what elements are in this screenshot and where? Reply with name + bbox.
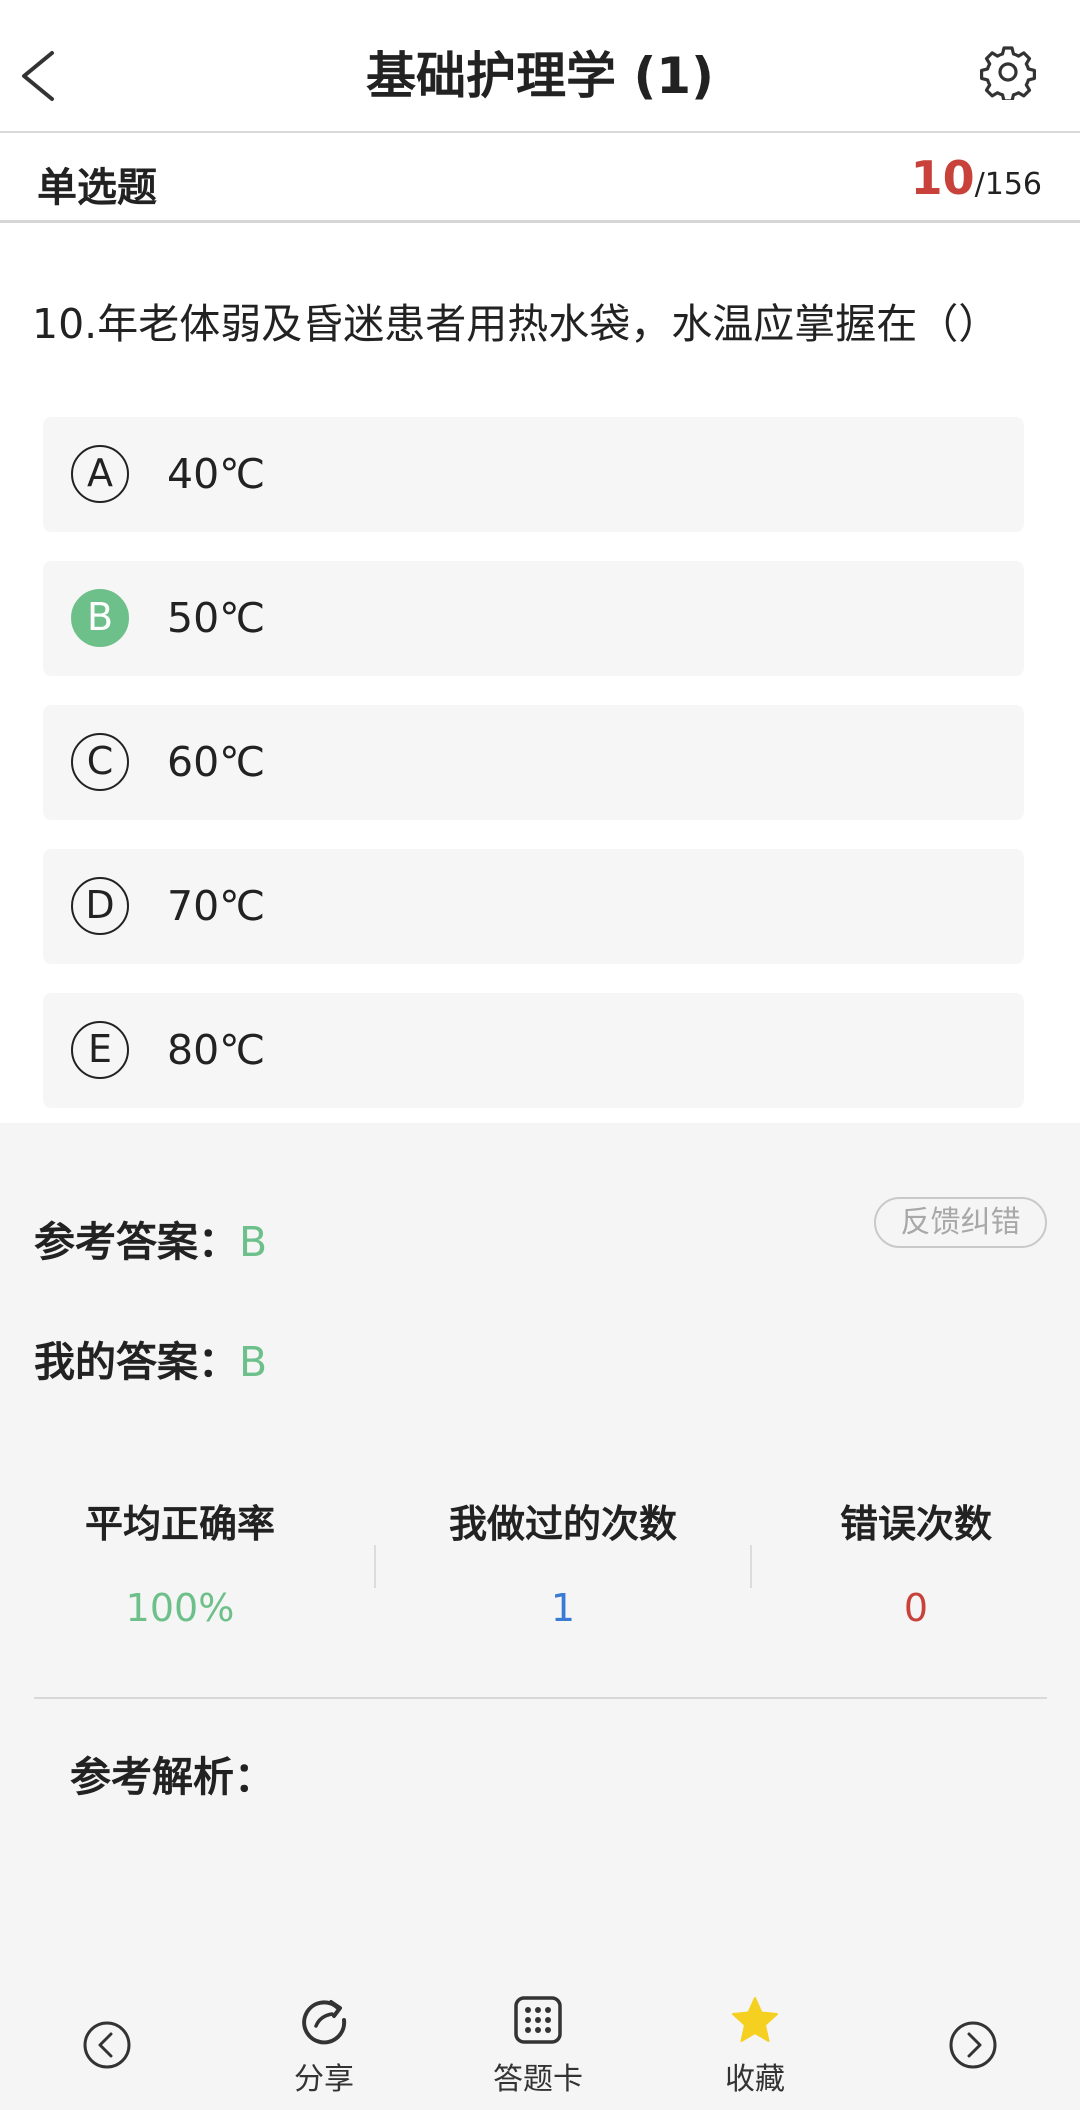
stat-value: 0: [903, 1586, 929, 1630]
option-letter-badge: B: [71, 589, 129, 647]
prev-question-button[interactable]: [82, 2020, 132, 2074]
option-text: 80℃: [167, 1026, 266, 1074]
gear-icon: [980, 46, 1036, 103]
stat-value: 100%: [125, 1586, 235, 1630]
page-title: 基础护理学 (1): [366, 47, 714, 105]
stats-row: 平均正确率 100% 我做过的次数 1 错误次数 0: [0, 1493, 1080, 1643]
answer-card-button[interactable]: 答题卡: [493, 1994, 583, 2098]
stat-label: 平均正确率: [84, 1502, 275, 1546]
current-question-number: 10: [910, 151, 975, 205]
option-c[interactable]: C 60℃: [43, 705, 1024, 820]
stat-value: 1: [550, 1586, 576, 1630]
share-label: 分享: [294, 2062, 354, 2097]
stat-accuracy: 平均正确率 100%: [0, 1493, 360, 1630]
stat-errors: 错误次数 0: [736, 1493, 1080, 1630]
divider: [374, 1545, 376, 1588]
question-type-label: 单选题: [37, 165, 157, 211]
stat-label: 错误次数: [839, 1502, 992, 1546]
option-text: 40℃: [167, 450, 266, 498]
my-answer-row: 我的答案：B: [34, 1328, 267, 1388]
reference-answer-row: 参考答案：B: [34, 1208, 267, 1268]
feedback-button[interactable]: 反馈纠错: [874, 1197, 1047, 1248]
options-list: A 40℃ B 50℃ C 60℃ D 70℃ E 80℃: [43, 417, 1024, 1137]
total-questions: /156: [974, 167, 1042, 202]
favorite-label: 收藏: [725, 2062, 785, 2097]
share-refresh-icon: [302, 2000, 347, 2045]
option-text: 50℃: [167, 594, 266, 642]
my-answer-label: 我的答案：: [34, 1338, 239, 1386]
stat-label: 我做过的次数: [448, 1502, 677, 1546]
option-letter-badge: C: [71, 733, 129, 791]
divider: [34, 1697, 1047, 1699]
answer-card-label: 答题卡: [493, 2062, 583, 2097]
next-question-button[interactable]: [948, 2020, 998, 2074]
settings-button[interactable]: [980, 44, 1036, 103]
share-button[interactable]: 分享: [284, 1994, 364, 2098]
answer-analysis-panel: 参考答案：B 反馈纠错 我的答案：B 平均正确率 100% 我做过的次数 1 错…: [0, 1123, 1080, 2110]
stat-attempts: 我做过的次数 1: [383, 1493, 743, 1630]
top-bar: 基础护理学 (1): [0, 0, 1080, 133]
explanation-label: 参考解析：: [70, 1753, 275, 1801]
reference-answer-label: 参考答案：: [34, 1218, 239, 1266]
option-text: 60℃: [167, 738, 266, 786]
option-d[interactable]: D 70℃: [43, 849, 1024, 964]
bottom-toolbar: 分享 答题卡 收藏: [0, 1990, 1080, 2110]
option-a[interactable]: A 40℃: [43, 417, 1024, 532]
option-b[interactable]: B 50℃: [43, 561, 1024, 676]
circle-chevron-left-icon: [83, 2021, 131, 2069]
option-letter-badge: A: [71, 445, 129, 503]
star-icon: [732, 1997, 778, 2042]
question-info-bar: 单选题 10/156: [0, 133, 1080, 223]
option-letter-badge: D: [71, 877, 129, 935]
reference-answer-value: B: [239, 1218, 268, 1266]
question-text: 10.年老体弱及昏迷患者用热水袋，水温应掌握在（）: [32, 300, 1000, 348]
option-letter-badge: E: [71, 1021, 129, 1079]
my-answer-value: B: [239, 1338, 268, 1386]
option-text: 70℃: [167, 882, 266, 930]
favorite-button[interactable]: 收藏: [715, 1994, 795, 2098]
question-progress: 10/156: [911, 151, 1042, 205]
option-e[interactable]: E 80℃: [43, 993, 1024, 1108]
divider: [750, 1545, 752, 1588]
grid-card-icon: [514, 1996, 562, 2044]
circle-chevron-right-icon: [949, 2021, 997, 2069]
